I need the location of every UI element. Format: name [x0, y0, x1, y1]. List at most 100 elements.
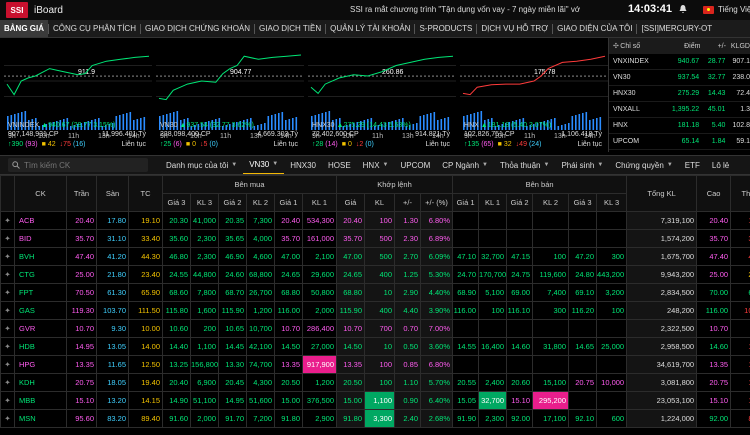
sub-header-2[interactable]: Giá 2 — [218, 193, 247, 212]
sort-icon[interactable]: ✣ — [613, 42, 620, 50]
pin-icon[interactable]: ✦ — [0, 247, 15, 266]
pin-icon[interactable]: ✦ — [0, 301, 15, 320]
sub-header-5[interactable]: KL 1 — [302, 193, 337, 212]
advancers: 135 — [467, 141, 480, 148]
pin-icon[interactable]: ✦ — [0, 211, 15, 230]
search-box[interactable] — [8, 158, 148, 172]
stock-row[interactable]: ✦ MSN 95.60 83.20 89.40 91.60 2,000 91.70 7,200 9… — [0, 409, 750, 428]
search-input[interactable] — [24, 160, 144, 170]
sub-header-9[interactable]: +/- (%) — [419, 193, 454, 212]
sub-header-1[interactable]: KL 3 — [190, 193, 219, 212]
sub-header-6[interactable]: Giá — [336, 193, 365, 212]
filter-tab-7[interactable]: Thỏa thuận ▼ — [494, 156, 555, 174]
filter-tab-3[interactable]: HOSE — [322, 156, 357, 174]
index-row[interactable]: VNXINDEX 940.67 28.77 907.1 — [609, 54, 750, 70]
pin-icon[interactable]: ✦ — [0, 229, 15, 248]
filter-tab-2[interactable]: HNX30 — [284, 156, 322, 174]
index-point: 940.67 — [677, 58, 700, 65]
sub-header-11[interactable]: KL 1 — [478, 193, 508, 212]
sub-header-14[interactable]: Giá 3 — [568, 193, 598, 212]
index-change: 14.43 — [707, 90, 726, 97]
pin-icon[interactable]: ✦ — [0, 283, 15, 302]
filter-tab-0[interactable]: Danh mục của tôi ▼ — [160, 156, 243, 174]
vietnam-flag-icon[interactable] — [703, 6, 714, 14]
filter-tab-8[interactable]: Phái sinh ▼ — [555, 156, 609, 174]
index-row[interactable]: VNXALL 1,395.22 45.01 1.3 — [609, 102, 750, 118]
header-group-0[interactable]: CK — [14, 175, 67, 212]
pin-icon[interactable]: ✦ — [0, 265, 15, 284]
header-group-1[interactable]: Trần — [66, 175, 97, 212]
pin-icon[interactable]: ✦ — [0, 373, 15, 392]
header-group-8[interactable]: Cao — [696, 175, 732, 212]
cell-9: 1,200 — [302, 373, 337, 392]
nav-item-3[interactable]: GIAO DỊCH TIỀN — [255, 20, 325, 37]
stock-row[interactable]: ✦ HDB 14.95 13.05 14.00 14.40 1,100 14.45 42,100… — [0, 337, 750, 356]
cell-1: 70.50 — [66, 283, 97, 302]
sub-header-3[interactable]: KL 2 — [246, 193, 275, 212]
pin-icon[interactable]: ✦ — [0, 355, 15, 374]
stock-row[interactable]: ✦ BVH 47.40 41.20 44.30 46.80 2,300 46.90 4,600 4… — [0, 247, 750, 266]
filter-tab-10[interactable]: ETF — [679, 156, 706, 174]
index-row[interactable]: HNX30 275.29 14.43 72.4 — [609, 86, 750, 102]
pin-icon[interactable]: ✦ — [0, 319, 15, 338]
news-ticker[interactable]: SSI ra mắt chương trình "Tận dụng vốn va… — [350, 5, 580, 14]
stock-row[interactable]: ✦ MBB 15.10 13.20 14.15 14.90 51,100 14.95 51,60… — [0, 391, 750, 410]
nav-item-0[interactable]: BẢNG GIÁ — [0, 20, 48, 37]
cell-7: 7,200 — [246, 409, 275, 428]
pin-icon[interactable]: ✦ — [0, 409, 15, 428]
nav-item-5[interactable]: S-PRODUCTS — [415, 20, 476, 37]
cell-0: GAS — [14, 301, 67, 320]
chart-vnindex[interactable]: 911.9 9h 10h 11h 13h 14h VNINDEX ▲940.67 (28.77… — [4, 40, 152, 152]
filter-tab-11[interactable]: Lô lẻ — [706, 156, 735, 174]
filter-tab-9[interactable]: Chứng quyền ▼ — [609, 156, 678, 174]
header-group-3[interactable]: TC — [128, 175, 163, 212]
chart-hnx[interactable]: 175.78 9h 10h 11h 13h 14h HNX ▲181.18 (5.40 3.0… — [460, 40, 608, 152]
stock-row[interactable]: ✦ KDH 20.75 18.05 19.40 20.40 6,900 20.45 4,300 2… — [0, 373, 750, 392]
header-group-5[interactable]: Khớp lệnh — [335, 175, 454, 194]
sub-header-8[interactable]: +/- — [394, 193, 421, 212]
header-group-9[interactable]: Thấp — [730, 175, 750, 212]
sub-header-10[interactable]: Giá 1 — [452, 193, 480, 212]
sub-header-4[interactable]: Giá 1 — [274, 193, 303, 212]
bell-icon[interactable] — [678, 4, 688, 14]
stock-row[interactable]: ✦ GAS 119.30 103.70 111.50 115.80 1,600 115.90 1… — [0, 301, 750, 320]
header-group-7[interactable]: Tổng KL — [626, 175, 698, 212]
cell-16: 20.60 — [506, 373, 534, 392]
sub-header-13[interactable]: KL 2 — [532, 193, 570, 212]
nav-item-4[interactable]: QUẢN LÝ TÀI KHOẢN — [326, 20, 414, 37]
header-group-2[interactable]: Sàn — [96, 175, 129, 212]
filter-tab-1[interactable]: VN30 ▼ — [243, 156, 285, 174]
index-row[interactable]: HNX 181.18 5.40 102.8 — [609, 118, 750, 134]
cell-12: 0.50 — [394, 337, 421, 356]
pin-icon[interactable]: ✦ — [0, 391, 15, 410]
chart-vn30[interactable]: 904.77 9h 10h 11h 13h 14h VN30 ▲937.54 (32.77 3… — [156, 40, 304, 152]
filter-tab-6[interactable]: CP Ngành ▼ — [436, 156, 494, 174]
header-group-4[interactable]: Bên mua — [162, 175, 337, 194]
nav-item-8[interactable]: [SSI]MERCURY-OT — [637, 20, 716, 37]
header-group-6[interactable]: Bên bán — [452, 175, 628, 194]
chart-hnx30[interactable]: 260.86 9h 10h 11h 13h 14h HNX30 ▲275.29 (14.43 … — [308, 40, 456, 152]
stock-row[interactable]: ✦ GVR 10.70 9.30 10.00 10.60 200 10.65 10,700 10.… — [0, 319, 750, 338]
index-row[interactable]: UPCOM 65.14 1.84 59.1 — [609, 134, 750, 150]
stock-row[interactable]: ✦ CTG 25.00 21.80 23.40 24.55 44,800 24.60 68,80… — [0, 265, 750, 284]
stock-row[interactable]: ✦ HPG 13.35 11.65 12.50 13.25 156,800 13.30 74,7… — [0, 355, 750, 374]
nav-item-6[interactable]: DỊCH VỤ HỖ TRỢ — [477, 20, 552, 37]
stock-row[interactable]: ✦ BID 35.70 31.10 33.40 35.60 2,300 35.65 4,000 3… — [0, 229, 750, 248]
sub-header-0[interactable]: Giá 3 — [162, 193, 191, 212]
stock-row[interactable]: ✦ ACB 20.40 17.80 19.10 20.30 41,000 20.35 7,300… — [0, 211, 750, 230]
index-row[interactable]: VN30 937.54 32.77 238.0 — [609, 70, 750, 86]
nav-item-1[interactable]: CÔNG CỤ PHÂN TÍCH — [49, 20, 140, 37]
filter-tab-4[interactable]: HNX ▼ — [357, 156, 395, 174]
nav-item-2[interactable]: GIAO DỊCH CHỨNG KHOÁN — [141, 20, 254, 37]
stock-row[interactable]: ✦ FPT 70.50 61.30 65.90 68.60 7,800 68.70 26,700… — [0, 283, 750, 302]
sub-header-12[interactable]: Giá 2 — [506, 193, 534, 212]
pin-icon[interactable]: ✦ — [0, 337, 15, 356]
language-selector[interactable]: Tiếng Việt — [718, 5, 750, 14]
decliners-floor: (16) — [72, 141, 86, 148]
sub-header-15[interactable]: KL 3 — [596, 193, 628, 212]
cell-5: 1,100 — [190, 337, 219, 356]
sub-header-7[interactable]: KL — [364, 193, 395, 212]
ssi-logo[interactable]: SSI — [6, 2, 28, 18]
filter-tab-5[interactable]: UPCOM — [395, 156, 437, 174]
nav-item-7[interactable]: GIAO DIỆN CỦA TÔI — [553, 20, 636, 37]
